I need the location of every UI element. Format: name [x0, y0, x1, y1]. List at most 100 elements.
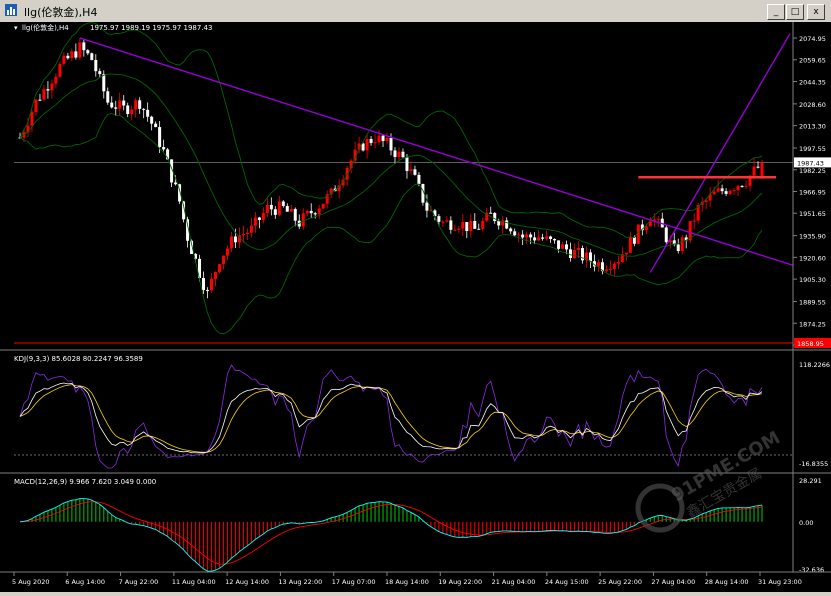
candle-body[interactable] — [397, 151, 401, 157]
candle-body[interactable] — [557, 240, 561, 249]
candle-body[interactable] — [58, 63, 62, 77]
chart-svg[interactable]: 2074.95 2059.65 2044.35 2028.60 2013.30 1997.… — [0, 22, 831, 592]
candle-body[interactable] — [513, 231, 517, 236]
candle-body[interactable] — [209, 278, 213, 291]
candle-body[interactable] — [612, 263, 616, 269]
candle-body[interactable] — [537, 237, 541, 241]
candle-body[interactable] — [529, 234, 533, 238]
candle-body[interactable] — [313, 213, 317, 215]
candle-body[interactable] — [78, 42, 82, 58]
candle-body[interactable] — [142, 108, 146, 110]
candle-body[interactable] — [305, 210, 309, 214]
candle-body[interactable] — [497, 220, 501, 226]
candle-body[interactable] — [389, 137, 393, 151]
candle-body[interactable] — [752, 166, 756, 176]
candle-body[interactable] — [381, 135, 385, 141]
candle-body[interactable] — [130, 109, 134, 114]
candle-body[interactable] — [134, 100, 138, 110]
candle-body[interactable] — [98, 71, 102, 75]
candle-body[interactable] — [174, 182, 178, 185]
candle-body[interactable] — [138, 100, 142, 109]
candle-body[interactable] — [205, 290, 209, 292]
candle-body[interactable] — [413, 169, 417, 175]
candle-body[interactable] — [469, 220, 473, 231]
candle-body[interactable] — [604, 269, 608, 272]
candle-body[interactable] — [505, 220, 509, 229]
candle-body[interactable] — [42, 89, 46, 100]
candle-body[interactable] — [321, 203, 325, 209]
candle-body[interactable] — [680, 237, 684, 251]
candle-body[interactable] — [457, 228, 461, 230]
candle-body[interactable] — [82, 42, 86, 51]
candle-body[interactable] — [608, 268, 612, 270]
candle-body[interactable] — [66, 55, 70, 59]
candle-body[interactable] — [549, 236, 553, 239]
candle-body[interactable] — [728, 190, 732, 194]
candle-body[interactable] — [465, 222, 469, 231]
candle-body[interactable] — [664, 227, 668, 243]
candle-body[interactable] — [565, 244, 569, 250]
candle-body[interactable] — [289, 209, 293, 212]
candle-body[interactable] — [261, 213, 265, 220]
candle-body[interactable] — [150, 116, 154, 124]
candle-body[interactable] — [473, 220, 477, 229]
candle-body[interactable] — [441, 221, 445, 223]
candle-body[interactable] — [377, 135, 381, 143]
candle-body[interactable] — [46, 89, 50, 91]
candle-body[interactable] — [481, 220, 485, 229]
candle-body[interactable] — [245, 232, 249, 234]
candle-body[interactable] — [309, 210, 313, 214]
candle-body[interactable] — [94, 59, 98, 72]
candle-body[interactable] — [273, 209, 277, 215]
candle-body[interactable] — [509, 228, 513, 232]
candle-body[interactable] — [102, 74, 106, 92]
candle-body[interactable] — [525, 234, 529, 238]
candle-body[interactable] — [569, 249, 573, 258]
candle-body[interactable] — [38, 99, 42, 101]
candle-body[interactable] — [126, 105, 130, 114]
candle-body[interactable] — [233, 236, 237, 243]
minimize-button[interactable]: _ — [767, 4, 785, 20]
candle-body[interactable] — [409, 169, 413, 171]
candle-body[interactable] — [716, 188, 720, 192]
candle-body[interactable] — [265, 204, 269, 214]
candle-body[interactable] — [90, 53, 94, 60]
candle-body[interactable] — [425, 202, 429, 211]
candle-body[interactable] — [393, 150, 397, 157]
candle-body[interactable] — [521, 234, 525, 238]
candle-body[interactable] — [477, 228, 481, 230]
candle-body[interactable] — [30, 112, 34, 126]
candle-body[interactable] — [692, 220, 696, 222]
candle-body[interactable] — [293, 209, 297, 221]
candle-body[interactable] — [740, 185, 744, 187]
candle-body[interactable] — [277, 201, 281, 215]
candle-body[interactable] — [744, 185, 748, 187]
candle-body[interactable] — [577, 248, 581, 251]
candle-body[interactable] — [561, 244, 565, 249]
close-button[interactable]: x — [807, 4, 825, 20]
candle-body[interactable] — [202, 277, 206, 291]
candle-body[interactable] — [70, 51, 74, 59]
candle-body[interactable] — [489, 212, 493, 214]
candle-body[interactable] — [281, 201, 285, 206]
candle-body[interactable] — [445, 220, 449, 222]
candle-body[interactable] — [365, 138, 369, 151]
chart-menu-arrow[interactable]: ▾ — [14, 24, 18, 32]
candle-body[interactable] — [545, 236, 549, 239]
candle-body[interactable] — [249, 225, 253, 233]
candle-body[interactable] — [158, 127, 162, 148]
candle-body[interactable] — [253, 217, 257, 226]
candle-body[interactable] — [229, 236, 233, 249]
candle-body[interactable] — [34, 99, 38, 113]
candle-body[interactable] — [269, 204, 273, 210]
candle-body[interactable] — [461, 222, 465, 229]
candle-body[interactable] — [213, 272, 217, 279]
candle-body[interactable] — [225, 248, 229, 256]
candle-body[interactable] — [221, 255, 225, 265]
candle-body[interactable] — [588, 252, 592, 262]
candle-body[interactable] — [437, 216, 441, 222]
candle-body[interactable] — [385, 137, 389, 141]
candle-body[interactable] — [449, 220, 453, 230]
candle-body[interactable] — [118, 100, 122, 109]
candle-body[interactable] — [453, 229, 457, 231]
